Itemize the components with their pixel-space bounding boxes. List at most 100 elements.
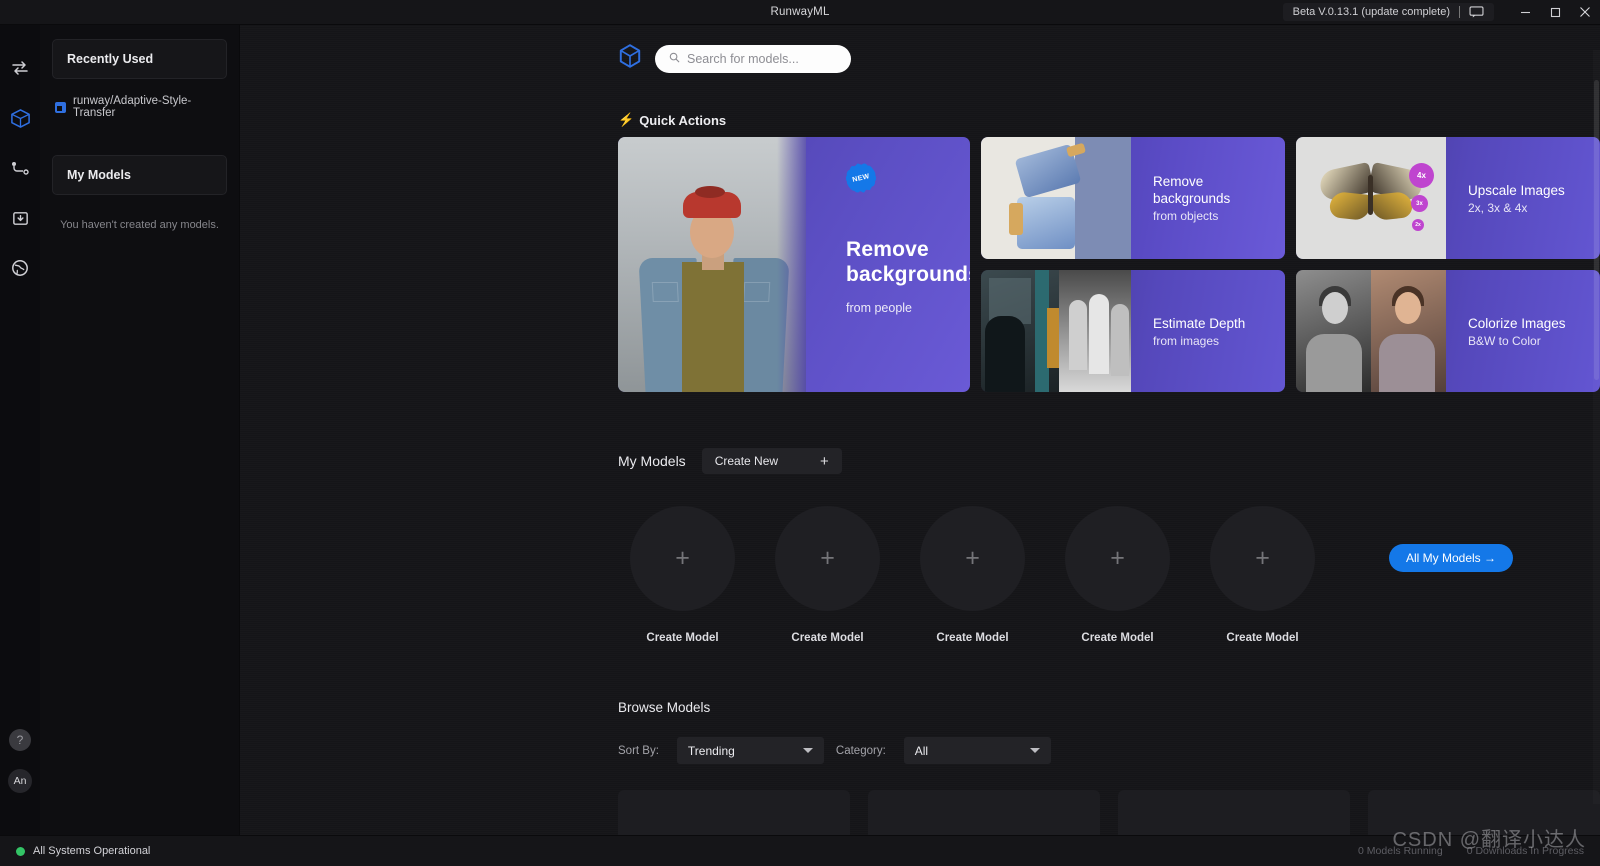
card-meta: Upscale Images 2x, 3x & 4x <box>1446 137 1600 259</box>
hero-subtitle: from people <box>846 301 913 315</box>
card-subtitle: B&W to Color <box>1468 333 1541 348</box>
model-card[interactable] <box>1368 790 1600 835</box>
lightning-bolt-icon: ⚡ <box>618 112 635 127</box>
browse-model-cards <box>618 790 1600 835</box>
colorize-photo <box>1296 270 1446 392</box>
transfer-arrows-icon[interactable] <box>0 43 40 93</box>
create-model-circle[interactable]: + <box>630 506 735 611</box>
model-card[interactable] <box>1118 790 1350 835</box>
status-bar-right: 0 Models Running 0 Downloads In Progress <box>1358 845 1584 857</box>
my-models-grid: + Create Model + Create Model + Create M… <box>630 506 1600 644</box>
sidebar-section-recently-used[interactable]: Recently Used <box>52 39 227 79</box>
card-title-line2: backgrounds <box>1153 191 1231 206</box>
sidebar-empty-message: You haven't created any models. <box>60 219 219 231</box>
avatar[interactable]: An <box>8 769 32 793</box>
my-models-title: My Models <box>618 453 686 469</box>
scrollbar-thumb[interactable] <box>1594 80 1599 380</box>
create-model-tile[interactable]: + Create Model <box>775 506 880 644</box>
jars-photo <box>981 137 1131 259</box>
create-model-circle[interactable]: + <box>1065 506 1170 611</box>
sort-by-value: Trending <box>687 743 735 758</box>
create-model-label: Create Model <box>1081 632 1154 644</box>
category-select[interactable]: All <box>903 737 1051 764</box>
my-models-header: My Models Create New + <box>618 448 1600 474</box>
hero-text: Remove backgrounds from people <box>846 237 970 315</box>
sidebar-item-label: runway/Adaptive-Style-Transfer <box>73 95 192 119</box>
workflow-node-icon[interactable] <box>0 143 40 193</box>
create-model-circle[interactable]: + <box>920 506 1025 611</box>
quick-action-card-upscale-images[interactable]: 4x 3x 2x Upscale Images 2x, 3x & 4x <box>1296 137 1600 259</box>
quick-action-card-remove-bg-objects[interactable]: Remove backgrounds from objects <box>981 137 1285 259</box>
create-new-label: Create New <box>714 454 779 468</box>
title-bar: RunwayML Beta V.0.13.1 (update complete) <box>0 0 1600 25</box>
create-model-tile[interactable]: + Create Model <box>630 506 735 644</box>
create-model-circle[interactable]: + <box>775 506 880 611</box>
quick-actions-title: Quick Actions <box>639 112 727 128</box>
status-bar: All Systems Operational 0 Models Running… <box>0 835 1600 866</box>
downloads-label: 0 Downloads In Progress <box>1466 845 1584 857</box>
window-controls <box>1510 0 1600 25</box>
hero-photo <box>618 137 806 392</box>
upscale-bubble-4x: 4x <box>1409 163 1434 188</box>
quick-actions-row-top: Remove backgrounds from objects 4x 3x 2x… <box>981 137 1600 259</box>
help-icon[interactable]: ? <box>9 729 31 751</box>
sort-by-label: Sort By: <box>618 744 659 757</box>
plus-icon: + <box>675 544 690 572</box>
depth-photo <box>981 270 1131 392</box>
quick-action-card-remove-bg-people[interactable]: NEW Remove backgrounds from people <box>618 137 970 392</box>
plus-icon: + <box>1255 544 1270 572</box>
maximize-button[interactable] <box>1540 0 1570 25</box>
beta-version-chip[interactable]: Beta V.0.13.1 (update complete) <box>1282 3 1494 21</box>
hero-title-line2: backgrounds <box>846 263 970 286</box>
browse-filters: Sort By: Trending Category: All <box>618 737 1600 764</box>
download-box-icon[interactable] <box>0 193 40 243</box>
quick-actions-heading: ⚡ Quick Actions <box>618 112 1600 128</box>
create-model-tile[interactable]: + Create Model <box>920 506 1025 644</box>
butterfly-photo: 4x 3x 2x <box>1296 137 1446 259</box>
quick-action-card-colorize-images[interactable]: Colorize Images B&W to Color <box>1296 270 1600 392</box>
card-title: Estimate Depth <box>1153 315 1246 331</box>
category-value: All <box>914 743 929 758</box>
sidebar-item-recent-model[interactable]: runway/Adaptive-Style-Transfer <box>55 95 227 119</box>
model-card[interactable] <box>618 790 850 835</box>
sort-by-select[interactable]: Trending <box>676 737 824 764</box>
new-badge: NEW <box>843 160 879 196</box>
quick-actions-row-bottom: Estimate Depth from images Colorize Imag… <box>981 270 1600 392</box>
rail-bottom-group: ? An <box>0 729 40 793</box>
search-input[interactable] <box>687 51 837 66</box>
app-window: RunwayML Beta V.0.13.1 (update complete) <box>0 0 1600 866</box>
plus-icon: + <box>965 544 980 572</box>
chat-bubble-icon[interactable] <box>1469 6 1484 18</box>
hero-title-line1: Remove <box>846 238 929 261</box>
beta-version-label: Beta V.0.13.1 (update complete) <box>1292 6 1450 18</box>
scrollbar-track[interactable] <box>1593 50 1600 804</box>
search-box[interactable] <box>655 44 851 73</box>
close-button[interactable] <box>1570 0 1600 25</box>
plus-icon: + <box>820 544 835 572</box>
create-model-tile[interactable]: + Create Model <box>1210 506 1315 644</box>
globe-icon[interactable] <box>0 243 40 293</box>
model-card[interactable] <box>868 790 1100 835</box>
sidebar: Recently Used runway/Adaptive-Style-Tran… <box>40 25 240 835</box>
all-my-models-button[interactable]: All My Models → <box>1389 544 1514 572</box>
cube-icon[interactable] <box>0 93 40 143</box>
quick-action-card-estimate-depth[interactable]: Estimate Depth from images <box>981 270 1285 392</box>
create-model-tile[interactable]: + Create Model <box>1065 506 1170 644</box>
chevron-down-icon <box>802 748 813 753</box>
chevron-down-icon <box>1029 748 1040 753</box>
system-status-label: All Systems Operational <box>33 845 151 857</box>
category-label: Category: <box>835 744 886 757</box>
create-model-circle[interactable]: + <box>1210 506 1315 611</box>
create-model-label: Create Model <box>1226 632 1299 644</box>
search-icon <box>669 50 680 68</box>
plus-icon: + <box>1110 544 1125 572</box>
quick-actions-grid: NEW Remove backgrounds from people Remov… <box>618 137 1600 392</box>
create-new-button[interactable]: Create New + <box>701 448 842 474</box>
plus-icon: + <box>820 452 829 470</box>
minimize-button[interactable] <box>1510 0 1540 25</box>
status-dot-icon <box>16 846 25 856</box>
card-meta: Colorize Images B&W to Color <box>1446 270 1600 392</box>
sidebar-section-my-models[interactable]: My Models <box>52 155 227 195</box>
model-file-icon <box>55 101 66 113</box>
